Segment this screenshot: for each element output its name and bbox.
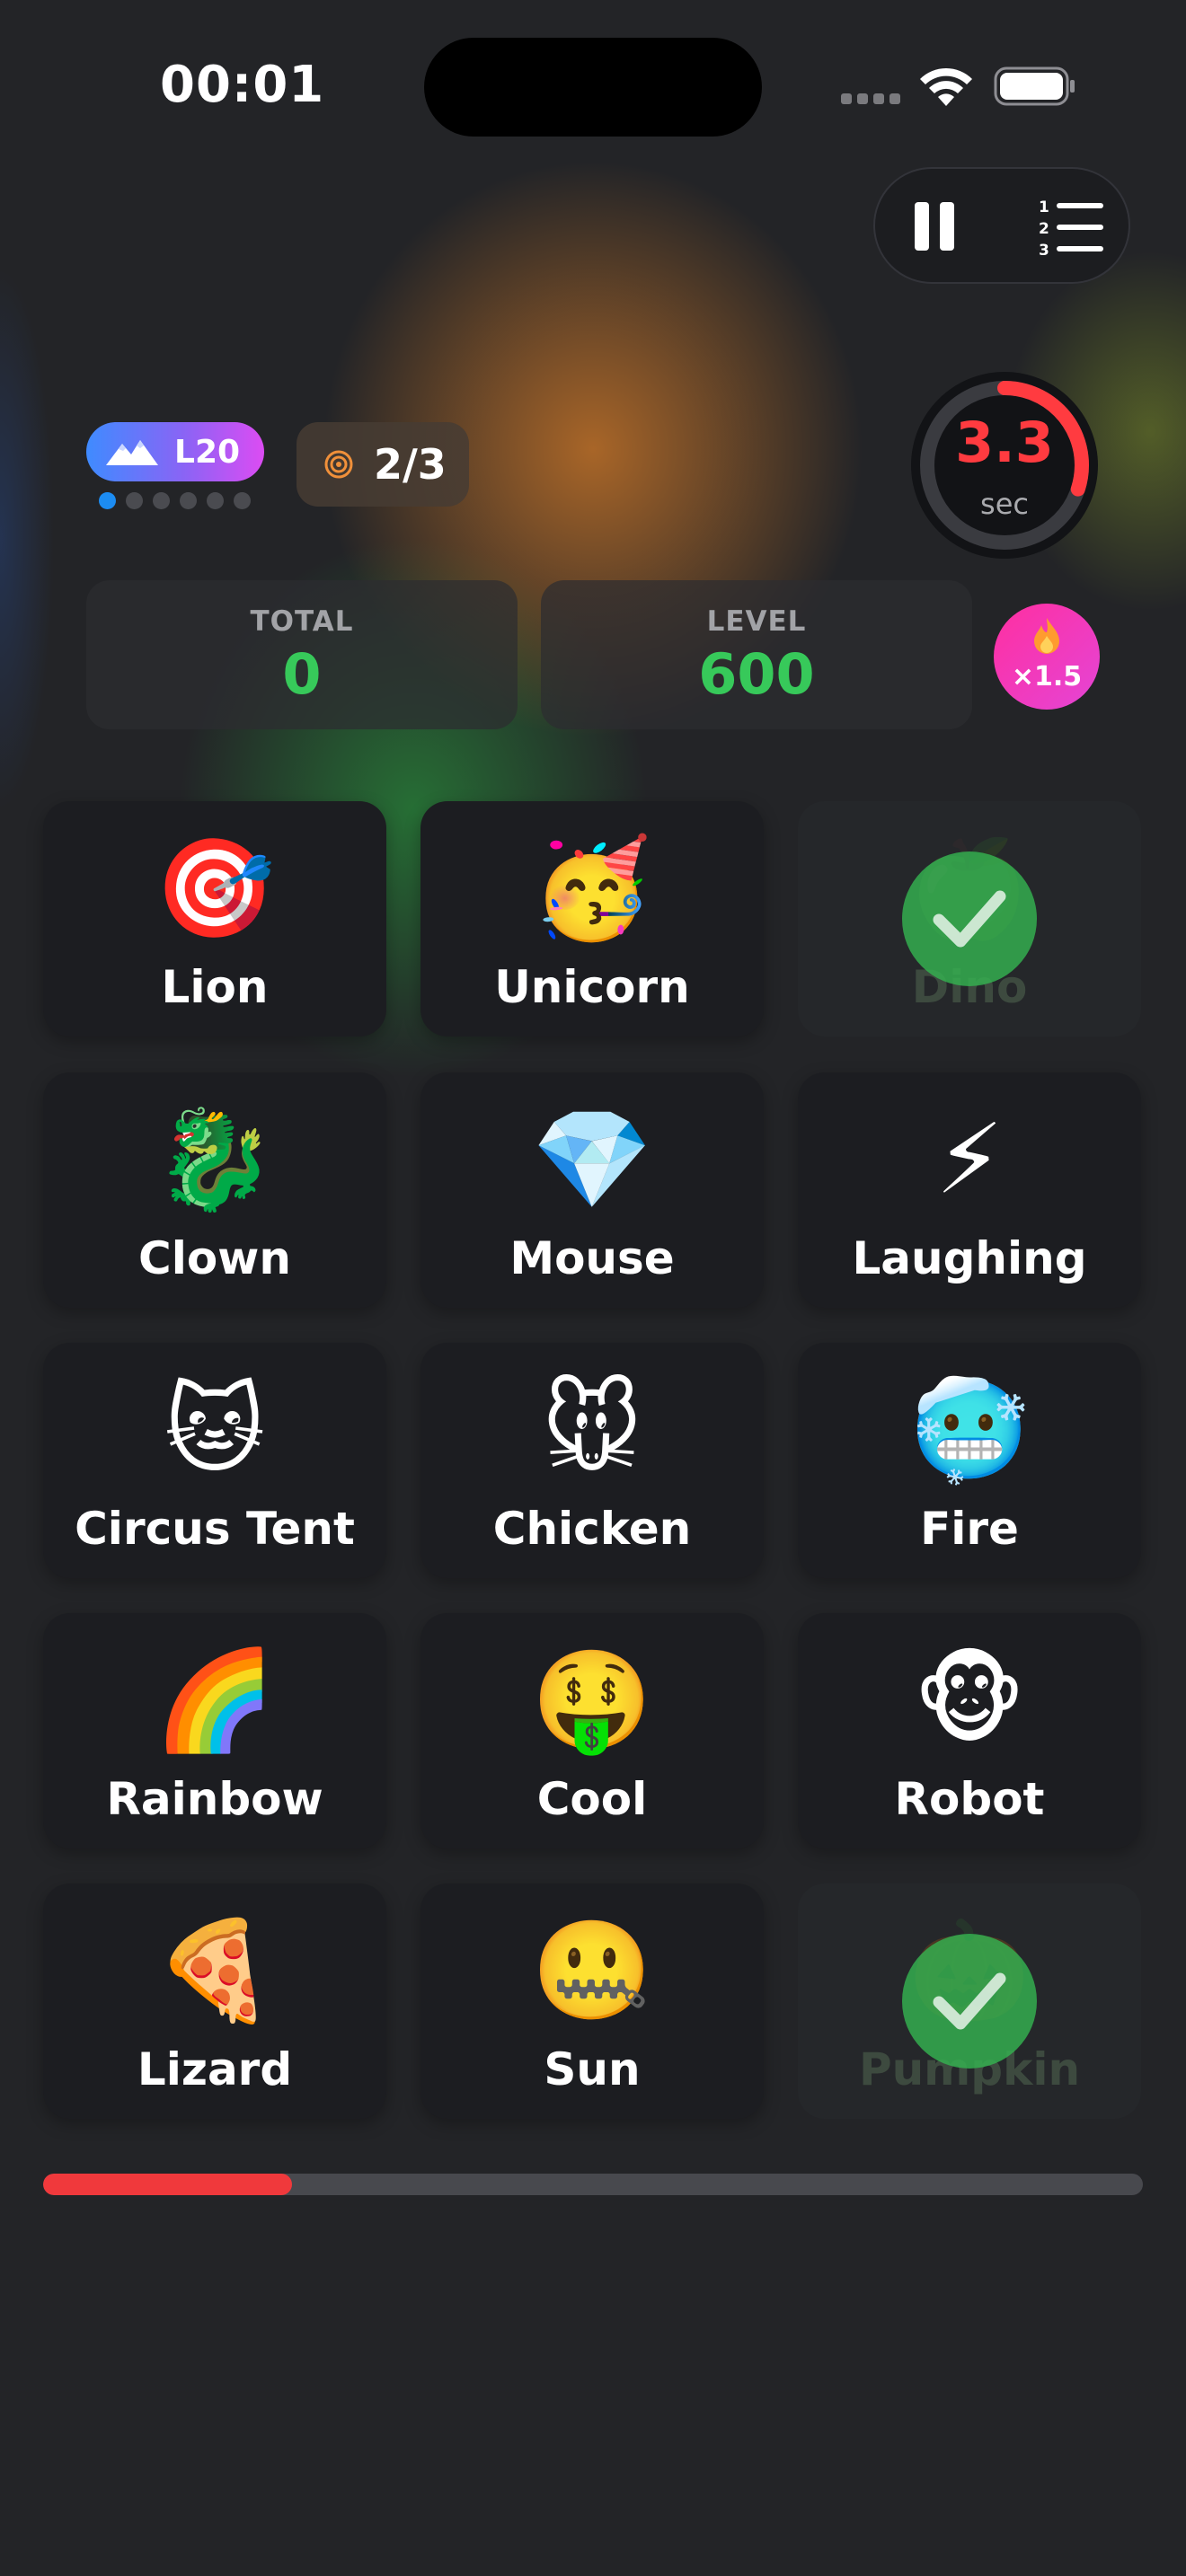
timer-value: 3.3 [955, 410, 1054, 475]
battery-icon [994, 66, 1075, 106]
answer-tile[interactable]: 🥶 Fire [798, 1343, 1141, 1578]
tile-label: Circus Tent [75, 1503, 355, 1555]
level-score-value: 600 [698, 641, 815, 707]
round-progress-fill [43, 2174, 292, 2195]
flame-icon [1034, 618, 1059, 654]
level-dot [153, 492, 170, 509]
status-bar: 00:01 [0, 0, 1186, 171]
answer-tile[interactable]: 🥳 Unicorn [420, 801, 764, 1037]
tile-label: Unicorn [494, 961, 690, 1013]
answer-tile[interactable]: 🐵 Robot [798, 1613, 1141, 1848]
tile-emoji-icon: 🌈 [154, 1645, 276, 1757]
status-time: 00:01 [160, 56, 325, 114]
svg-text:1: 1 [1039, 198, 1049, 216]
tile-emoji-icon: 🐱 [164, 1374, 266, 1486]
level-dot [126, 492, 143, 509]
level-score-label: LEVEL [706, 605, 807, 638]
tile-emoji-icon: 💎 [531, 1104, 653, 1216]
mountain-icon [106, 440, 158, 465]
tile-label: Lion [161, 961, 269, 1013]
answer-tile[interactable]: 🍏Dino [798, 801, 1141, 1037]
level-progress-dots [99, 492, 251, 509]
level-dot [99, 492, 116, 509]
total-value: 0 [282, 641, 322, 707]
tile-emoji-icon: 🐉 [154, 1104, 276, 1216]
timer-unit: sec [980, 487, 1029, 521]
answer-tile[interactable]: 🐭 Chicken [420, 1343, 764, 1578]
target-icon [324, 450, 353, 479]
tile-emoji-icon: 🤑 [531, 1645, 653, 1757]
dynamic-island [424, 38, 762, 137]
level-score-box: LEVEL 600 [541, 580, 972, 729]
level-label: L20 [174, 433, 241, 471]
tile-emoji-icon: 🎯 [154, 833, 276, 945]
answer-tile[interactable]: 🌈 Rainbow [43, 1613, 386, 1848]
total-label: TOTAL [250, 605, 354, 638]
tile-label: Laughing [852, 1232, 1087, 1284]
svg-text:3: 3 [1039, 242, 1049, 260]
tile-emoji-icon: 🥳 [531, 833, 653, 945]
tile-label: Fire [920, 1503, 1019, 1555]
tile-label: Chicken [492, 1503, 692, 1555]
tile-emoji-icon: ⚡ [935, 1104, 1004, 1216]
answer-tile[interactable]: 🤐 Sun [420, 1883, 764, 2119]
cellular-signal-icon [841, 93, 900, 104]
target-count: 2/3 [374, 440, 447, 489]
wifi-icon [920, 67, 972, 106]
multiplier-value: ×1.5 [1011, 661, 1083, 693]
target-counter: 2/3 [296, 422, 469, 507]
svg-text:2: 2 [1039, 220, 1049, 238]
pause-button[interactable] [898, 190, 970, 262]
tile-label: Clown [138, 1232, 291, 1284]
level-badge: L20 [86, 422, 264, 481]
level-dot [234, 492, 251, 509]
tile-emoji-icon: 🥶 [908, 1374, 1031, 1486]
answer-tile[interactable]: 🐉 Clown [43, 1072, 386, 1308]
tile-emoji-icon: 🤐 [531, 1915, 653, 2027]
tile-label: Mouse [509, 1232, 675, 1284]
checkmark-icon [902, 1934, 1037, 2069]
level-dot [207, 492, 224, 509]
tile-label: Lizard [137, 2043, 293, 2095]
tile-emoji-icon: 🍕 [154, 1915, 276, 2027]
answer-tile[interactable]: 🎯 Lion [43, 801, 386, 1037]
round-progress-bar [43, 2174, 1143, 2195]
answer-tile[interactable]: 🎃Pumpkin [798, 1883, 1141, 2119]
answer-tile[interactable]: 💎 Mouse [420, 1072, 764, 1308]
total-score-box: TOTAL 0 [86, 580, 518, 729]
game-controls: 1 2 3 [873, 167, 1130, 284]
tile-label: Robot [894, 1773, 1045, 1825]
tile-emoji-icon: 🐵 [913, 1645, 1026, 1757]
pause-icon [915, 202, 929, 251]
answer-tile[interactable]: 🐱 Circus Tent [43, 1343, 386, 1578]
multiplier-badge: ×1.5 [994, 604, 1100, 710]
tile-emoji-icon: 🐭 [541, 1374, 643, 1486]
checkmark-icon [902, 851, 1037, 986]
countdown-timer: 3.3 sec [909, 370, 1100, 560]
tile-label: Cool [536, 1773, 648, 1825]
level-dot [180, 492, 197, 509]
tile-label: Sun [544, 2043, 641, 2095]
answer-tile[interactable]: 🍕 Lizard [43, 1883, 386, 2119]
answer-tile[interactable]: 🤑 Cool [420, 1613, 764, 1848]
numbered-list-icon[interactable]: 1 2 3 [1035, 194, 1107, 260]
tile-label: Rainbow [106, 1773, 323, 1825]
answer-tile[interactable]: ⚡ Laughing [798, 1072, 1141, 1308]
